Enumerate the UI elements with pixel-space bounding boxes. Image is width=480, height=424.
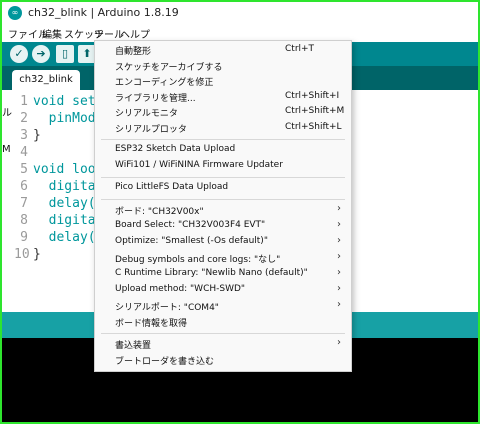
- menu-item-label: ブートローダを書き込む: [115, 357, 215, 367]
- line-number: 1: [20, 94, 28, 109]
- menu-item-label: Optimize: "Smallest (-Os default)": [115, 236, 268, 246]
- code-text: }: [33, 247, 41, 262]
- line-number: 8: [20, 213, 28, 228]
- shortcut-text: Ctrl+T: [285, 44, 315, 54]
- tab-ch32-blink[interactable]: ch32_blink: [12, 70, 80, 90]
- tools-dropdown-menu: 自動整形 Ctrl+T スケッチをアーカイブする エンコーディングを修正 ライブ…: [94, 40, 352, 372]
- menu-item-get-board-info[interactable]: ボード情報を取得: [95, 315, 351, 331]
- menu-item-label: Debug symbols and core logs: "なし": [115, 255, 281, 265]
- menu-item-label: シリアルプロッタ: [115, 125, 187, 135]
- menu-item-debug-symbols[interactable]: Debug symbols and core logs: "なし" ›: [95, 251, 351, 267]
- menu-item-label: スケッチをアーカイブする: [115, 63, 223, 73]
- code-text: }: [33, 128, 41, 143]
- line-number: 2: [20, 111, 28, 126]
- line-number: 10: [14, 247, 30, 262]
- code-text: delay(: [33, 230, 96, 245]
- menu-separator: [101, 139, 345, 140]
- menu-item-label: シリアルポート: "COM4": [115, 303, 219, 313]
- chevron-right-icon: ›: [337, 283, 341, 294]
- shortcut-text: Ctrl+Shift+I: [285, 91, 340, 101]
- menu-item-pico-littlefs-upload[interactable]: Pico LittleFS Data Upload: [95, 181, 351, 197]
- menu-item-auto-format[interactable]: 自動整形 Ctrl+T: [95, 43, 351, 59]
- line-number: 3: [20, 128, 28, 143]
- window-title: ch32_blink | Arduino 1.8.19: [28, 6, 179, 19]
- line-number: 5: [20, 162, 28, 177]
- code-text: pinMod: [33, 111, 96, 126]
- menu-item-label: ライブラリを管理...: [115, 94, 196, 104]
- menu-item-upload-method[interactable]: Upload method: "WCH-SWD" ›: [95, 283, 351, 299]
- menu-item-label: WiFi101 / WiFiNINA Firmware Updater: [115, 160, 283, 170]
- menu-item-label: Pico LittleFS Data Upload: [115, 182, 229, 192]
- menu-item-label: エンコーディングを修正: [115, 78, 214, 88]
- line-number: 7: [20, 196, 28, 211]
- menu-item-serial-monitor[interactable]: シリアルモニタ Ctrl+Shift+M: [95, 105, 351, 121]
- title-bar: ∞ ch32_blink | Arduino 1.8.19: [2, 2, 478, 24]
- menu-item-burn-bootloader[interactable]: ブートローダを書き込む: [95, 353, 351, 369]
- line-number: 6: [20, 179, 28, 194]
- code-text: void set: [33, 94, 96, 109]
- upload-icon[interactable]: ➔: [32, 45, 50, 63]
- new-icon[interactable]: ▯: [56, 45, 74, 63]
- code-text: digita: [33, 179, 96, 194]
- menu-item-board[interactable]: ボード: "CH32V00x" ›: [95, 203, 351, 219]
- menu-item-serial-port[interactable]: シリアルポート: "COM4" ›: [95, 299, 351, 315]
- menu-item-label: ボード: "CH32V00x": [115, 207, 204, 217]
- menu-item-c-runtime-library[interactable]: C Runtime Library: "Newlib Nano (default…: [95, 267, 351, 283]
- menu-item-label: ESP32 Sketch Data Upload: [115, 144, 236, 154]
- menu-item-serial-plotter[interactable]: シリアルプロッタ Ctrl+Shift+L: [95, 121, 351, 137]
- line-number: 9: [20, 230, 28, 245]
- menu-edit[interactable]: 編集: [42, 26, 62, 41]
- code-text: digita: [33, 213, 96, 228]
- menu-help[interactable]: ヘルプ: [120, 26, 150, 41]
- menu-separator: [101, 199, 345, 200]
- menu-item-label: C Runtime Library: "Newlib Nano (default…: [115, 268, 308, 278]
- chevron-right-icon: ›: [337, 203, 341, 214]
- code-text: delay(: [33, 196, 96, 211]
- menu-item-optimize[interactable]: Optimize: "Smallest (-Os default)" ›: [95, 235, 351, 251]
- menu-item-wifi-firmware-updater[interactable]: WiFi101 / WiFiNINA Firmware Updater: [95, 159, 351, 175]
- menu-item-esp32-data-upload[interactable]: ESP32 Sketch Data Upload: [95, 143, 351, 159]
- chevron-right-icon: ›: [337, 251, 341, 262]
- side-glyph: M: [2, 144, 11, 155]
- chevron-right-icon: ›: [337, 235, 341, 246]
- menu-separator: [101, 177, 345, 178]
- menu-separator: [101, 333, 345, 334]
- menu-item-board-select[interactable]: Board Select: "CH32V003F4 EVT" ›: [95, 219, 351, 235]
- menu-item-label: Board Select: "CH32V003F4 EVT": [115, 220, 266, 230]
- side-glyph: ル: [2, 108, 12, 119]
- menu-item-archive-sketch[interactable]: スケッチをアーカイブする: [95, 59, 351, 75]
- menu-item-label: シリアルモニタ: [115, 109, 178, 119]
- verify-icon[interactable]: ✓: [10, 45, 28, 63]
- chevron-right-icon: ›: [337, 299, 341, 310]
- menu-item-manage-libraries[interactable]: ライブラリを管理... Ctrl+Shift+I: [95, 90, 351, 106]
- menu-item-label: 自動整形: [115, 47, 152, 57]
- menu-item-label: ボード情報を取得: [115, 319, 188, 329]
- shortcut-text: Ctrl+Shift+L: [285, 122, 342, 132]
- menu-item-fix-encoding[interactable]: エンコーディングを修正: [95, 74, 351, 90]
- line-number: 4: [20, 145, 28, 160]
- code-text: void loo: [33, 162, 96, 177]
- arduino-logo-icon: ∞: [8, 6, 22, 20]
- menu-item-label: Upload method: "WCH-SWD": [115, 284, 246, 294]
- shortcut-text: Ctrl+Shift+M: [285, 106, 345, 116]
- chevron-right-icon: ›: [337, 267, 341, 278]
- chevron-right-icon: ›: [337, 337, 341, 348]
- menu-item-label: 書込装置: [115, 341, 152, 351]
- app-window: ∞ ch32_blink | Arduino 1.8.19 ファイル 編集 スケ…: [0, 0, 480, 424]
- menu-item-programmer[interactable]: 書込装置 ›: [95, 337, 351, 353]
- chevron-right-icon: ›: [337, 219, 341, 230]
